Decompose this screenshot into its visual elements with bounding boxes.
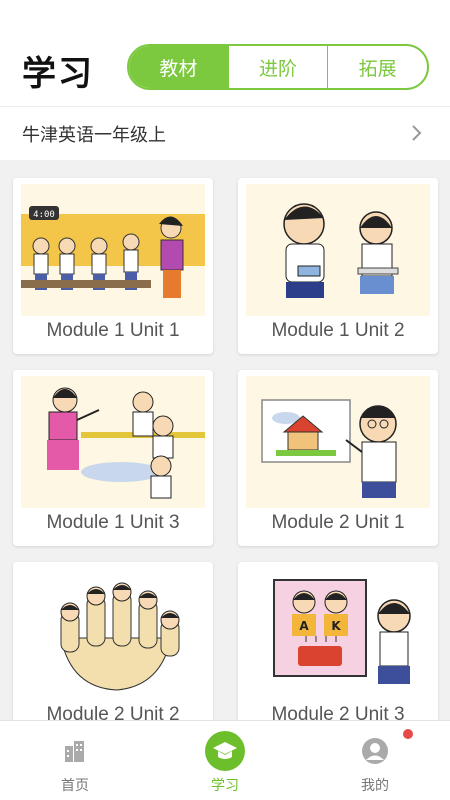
- tab-label: 我的: [361, 778, 389, 794]
- page-title: 学习: [22, 54, 94, 94]
- unit-title: Module 1 Unit 2: [271, 320, 405, 341]
- tab-label: 学习: [211, 778, 239, 794]
- book-selector[interactable]: 牛津英语一年级上: [0, 107, 450, 159]
- classmates-illustration: [246, 184, 430, 316]
- segment-control: 教材 进阶 拓展: [127, 44, 429, 90]
- unit-title: Module 2 Unit 3: [271, 704, 405, 720]
- teacher-illustration: [21, 376, 205, 508]
- book-label: 牛津英语一年级上: [22, 125, 166, 146]
- unit-card[interactable]: Module 1 Unit 2: [238, 178, 438, 354]
- tab-extension[interactable]: 拓展: [327, 46, 427, 88]
- tab-study[interactable]: 学习: [150, 721, 300, 800]
- buildings-icon: [55, 731, 95, 771]
- unit-card[interactable]: Module 1 Unit 3: [13, 370, 213, 546]
- unit-card[interactable]: Module 2 Unit 1: [238, 370, 438, 546]
- cake-letter-a: A: [299, 619, 309, 633]
- house-illustration: [246, 376, 430, 508]
- bottom-tabbar: 首页 学习 我的: [0, 720, 450, 800]
- tab-label: 首页: [61, 778, 89, 794]
- unit-card[interactable]: Module 2 Unit 2: [13, 562, 213, 720]
- tab-advanced[interactable]: 进阶: [227, 46, 328, 88]
- finger-puppets-illustration: [21, 568, 205, 700]
- tab-home[interactable]: 首页: [0, 721, 150, 800]
- clock-text: 4:00: [33, 210, 55, 220]
- unit-card[interactable]: A K Module 2 Unit 3: [238, 562, 438, 720]
- user-icon: [355, 731, 395, 771]
- birthday-photo-illustration: A K: [246, 568, 430, 700]
- unit-grid: 4:00 Module 1 Unit 1 Module 1 Unit 2 Mod…: [0, 160, 450, 720]
- unit-title: Module 2 Unit 2: [46, 704, 180, 720]
- unit-title: Module 2 Unit 1: [271, 512, 405, 533]
- header: 学习 教材 进阶 拓展: [0, 0, 450, 106]
- notification-badge: [403, 729, 413, 739]
- tab-mine[interactable]: 我的: [300, 721, 450, 800]
- unit-title: Module 1 Unit 1: [46, 320, 180, 341]
- cake-letter-k: K: [331, 619, 341, 633]
- tab-textbook[interactable]: 教材: [129, 46, 228, 88]
- classroom-illustration: 4:00: [21, 184, 205, 316]
- unit-title: Module 1 Unit 3: [46, 512, 180, 533]
- graduation-cap-icon: [205, 731, 245, 771]
- chevron-right-icon: [412, 125, 422, 141]
- unit-card[interactable]: 4:00 Module 1 Unit 1: [13, 178, 213, 354]
